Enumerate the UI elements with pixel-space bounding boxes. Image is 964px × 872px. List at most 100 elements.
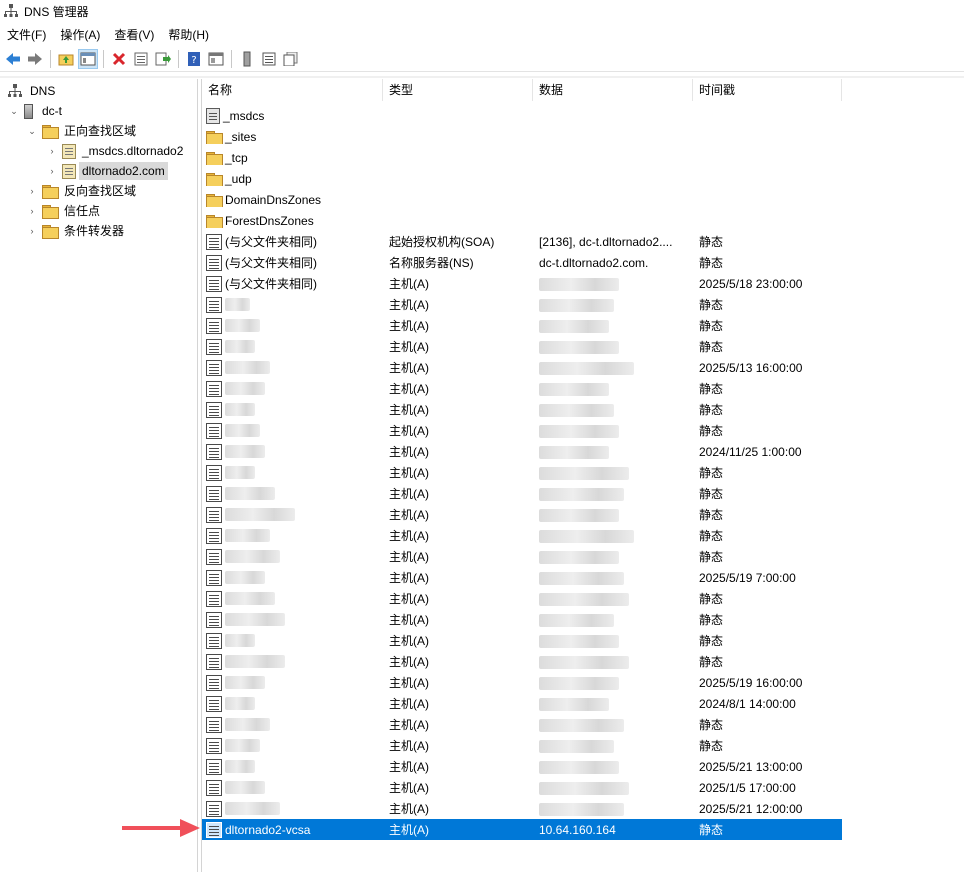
- cell-name: [202, 716, 383, 733]
- column-header-name[interactable]: 名称: [202, 79, 383, 101]
- cell-type: 主机(A): [389, 655, 429, 669]
- tree-node-forward-zones[interactable]: ⌄ 正向查找区域: [26, 121, 139, 141]
- table-row[interactable]: ForestDnsZones: [202, 210, 842, 231]
- cell-type: 主机(A): [389, 634, 429, 648]
- tree-node-trust-points[interactable]: › 信任点: [26, 201, 103, 221]
- table-row[interactable]: (与父文件夹相同) 主机(A) 2025/5/18 23:00:00: [202, 273, 842, 294]
- tree-node-server[interactable]: ⌄ dc-t: [8, 101, 65, 121]
- tree-node-zone-main[interactable]: › dltornado2.com: [46, 161, 168, 181]
- table-row[interactable]: 主机(A) 静态: [202, 525, 842, 546]
- table-row[interactable]: _tcp: [202, 147, 842, 168]
- table-row[interactable]: 主机(A) 静态: [202, 588, 842, 609]
- up-folder-icon[interactable]: [56, 49, 76, 69]
- cell-type: 主机(A): [389, 571, 429, 585]
- redacted-data: [539, 760, 619, 774]
- delete-icon[interactable]: [109, 49, 129, 69]
- expand-chevron-icon[interactable]: ›: [46, 145, 58, 157]
- expand-chevron-icon[interactable]: ›: [26, 185, 38, 197]
- table-row-selected[interactable]: dltornado2-vcsa 主机(A) 10.64.160.164 静态: [202, 819, 842, 840]
- cell-name: [202, 674, 383, 691]
- record-icon: [206, 506, 222, 523]
- expand-chevron-icon[interactable]: ›: [46, 165, 58, 177]
- record-icon: [206, 296, 222, 313]
- dns-root-icon: [8, 84, 22, 98]
- table-row[interactable]: 主机(A) 静态: [202, 609, 842, 630]
- record-icon[interactable]: [259, 49, 279, 69]
- record-icon: [206, 401, 222, 418]
- cell-data: [533, 801, 693, 816]
- table-row[interactable]: 主机(A) 2024/8/1 14:00:00: [202, 693, 842, 714]
- table-row[interactable]: 主机(A) 静态: [202, 420, 842, 441]
- expand-chevron-icon[interactable]: ›: [26, 205, 38, 217]
- show-hide-tree-icon[interactable]: [78, 48, 98, 69]
- properties-icon[interactable]: [131, 49, 151, 69]
- cell-data: [533, 297, 693, 312]
- column-header-data[interactable]: 数据: [533, 79, 693, 101]
- server-icon[interactable]: [237, 49, 257, 69]
- record-icon: [206, 464, 222, 481]
- table-row[interactable]: 主机(A) 2024/11/25 1:00:00: [202, 441, 842, 462]
- redacted-data: [539, 340, 619, 354]
- table-row[interactable]: 主机(A) 静态: [202, 483, 842, 504]
- record-icon: [206, 443, 222, 460]
- table-row[interactable]: _sites: [202, 126, 842, 147]
- menu-action[interactable]: 操作(A): [53, 26, 107, 43]
- redacted-data: [539, 508, 619, 522]
- table-row[interactable]: 主机(A) 2025/5/21 12:00:00: [202, 798, 842, 819]
- record-icon: [206, 317, 222, 334]
- cell-type: 主机(A): [389, 823, 429, 837]
- details-view-icon[interactable]: [206, 49, 226, 69]
- collapse-chevron-icon[interactable]: ⌄: [8, 105, 20, 117]
- table-row[interactable]: 主机(A) 静态: [202, 399, 842, 420]
- redacted-name: [225, 697, 255, 710]
- cell-data: [533, 570, 693, 585]
- tree-label: DNS: [30, 84, 56, 98]
- back-arrow-icon[interactable]: [3, 49, 23, 69]
- forward-arrow-icon[interactable]: [25, 49, 45, 69]
- table-row[interactable]: 主机(A) 2025/5/19 16:00:00: [202, 672, 842, 693]
- menu-view[interactable]: 查看(V): [107, 26, 161, 43]
- table-row[interactable]: 主机(A) 静态: [202, 714, 842, 735]
- table-row[interactable]: 主机(A) 2025/5/19 7:00:00: [202, 567, 842, 588]
- cell-name: [202, 569, 383, 586]
- column-header-timestamp[interactable]: 时间戳: [693, 79, 842, 101]
- folder-icon: [206, 130, 223, 144]
- table-row[interactable]: 主机(A) 静态: [202, 546, 842, 567]
- table-row[interactable]: (与父文件夹相同) 起始授权机构(SOA) [2136], dc-t.dltorna…: [202, 231, 842, 252]
- table-row[interactable]: _udp: [202, 168, 842, 189]
- table-row[interactable]: 主机(A) 静态: [202, 378, 842, 399]
- export-list-icon[interactable]: [153, 49, 173, 69]
- help-icon[interactable]: ?: [184, 49, 204, 69]
- table-row[interactable]: 主机(A) 静态: [202, 504, 842, 525]
- expand-chevron-icon[interactable]: ›: [26, 225, 38, 237]
- table-row[interactable]: 主机(A) 静态: [202, 336, 842, 357]
- cell-name: [202, 359, 383, 376]
- redacted-name: [225, 340, 255, 353]
- menu-help[interactable]: 帮助(H): [161, 26, 216, 43]
- tree-node-zone-msdcs[interactable]: › _msdcs.dltornado2: [46, 141, 186, 161]
- collapse-chevron-icon[interactable]: ⌄: [26, 125, 38, 137]
- table-row[interactable]: 主机(A) 静态: [202, 630, 842, 651]
- table-row[interactable]: 主机(A) 静态: [202, 462, 842, 483]
- multi-record-icon[interactable]: [281, 49, 301, 69]
- tree-node-conditional-forwarders[interactable]: › 条件转发器: [26, 221, 127, 241]
- table-row[interactable]: 主机(A) 静态: [202, 315, 842, 336]
- table-row[interactable]: 主机(A) 静态: [202, 294, 842, 315]
- column-header-type[interactable]: 类型: [383, 79, 533, 101]
- redacted-data: [539, 466, 629, 480]
- cell-type: 主机(A): [389, 340, 429, 354]
- tree-node-dns[interactable]: DNS: [8, 81, 58, 101]
- cell-name: [202, 422, 383, 439]
- table-row[interactable]: 主机(A) 静态: [202, 651, 842, 672]
- table-row[interactable]: 主机(A) 静态: [202, 735, 842, 756]
- table-row[interactable]: 主机(A) 2025/1/5 17:00:00: [202, 777, 842, 798]
- cell-name: _msdcs: [202, 107, 383, 124]
- redacted-data: [539, 382, 609, 396]
- table-row[interactable]: (与父文件夹相同) 名称服务器(NS) dc-t.dltornado2.com. 静态: [202, 252, 842, 273]
- table-row[interactable]: 主机(A) 2025/5/13 16:00:00: [202, 357, 842, 378]
- table-row[interactable]: _msdcs: [202, 105, 842, 126]
- table-row[interactable]: DomainDnsZones: [202, 189, 842, 210]
- tree-node-reverse-zones[interactable]: › 反向查找区域: [26, 181, 139, 201]
- table-row[interactable]: 主机(A) 2025/5/21 13:00:00: [202, 756, 842, 777]
- menu-file[interactable]: 文件(F): [0, 26, 53, 43]
